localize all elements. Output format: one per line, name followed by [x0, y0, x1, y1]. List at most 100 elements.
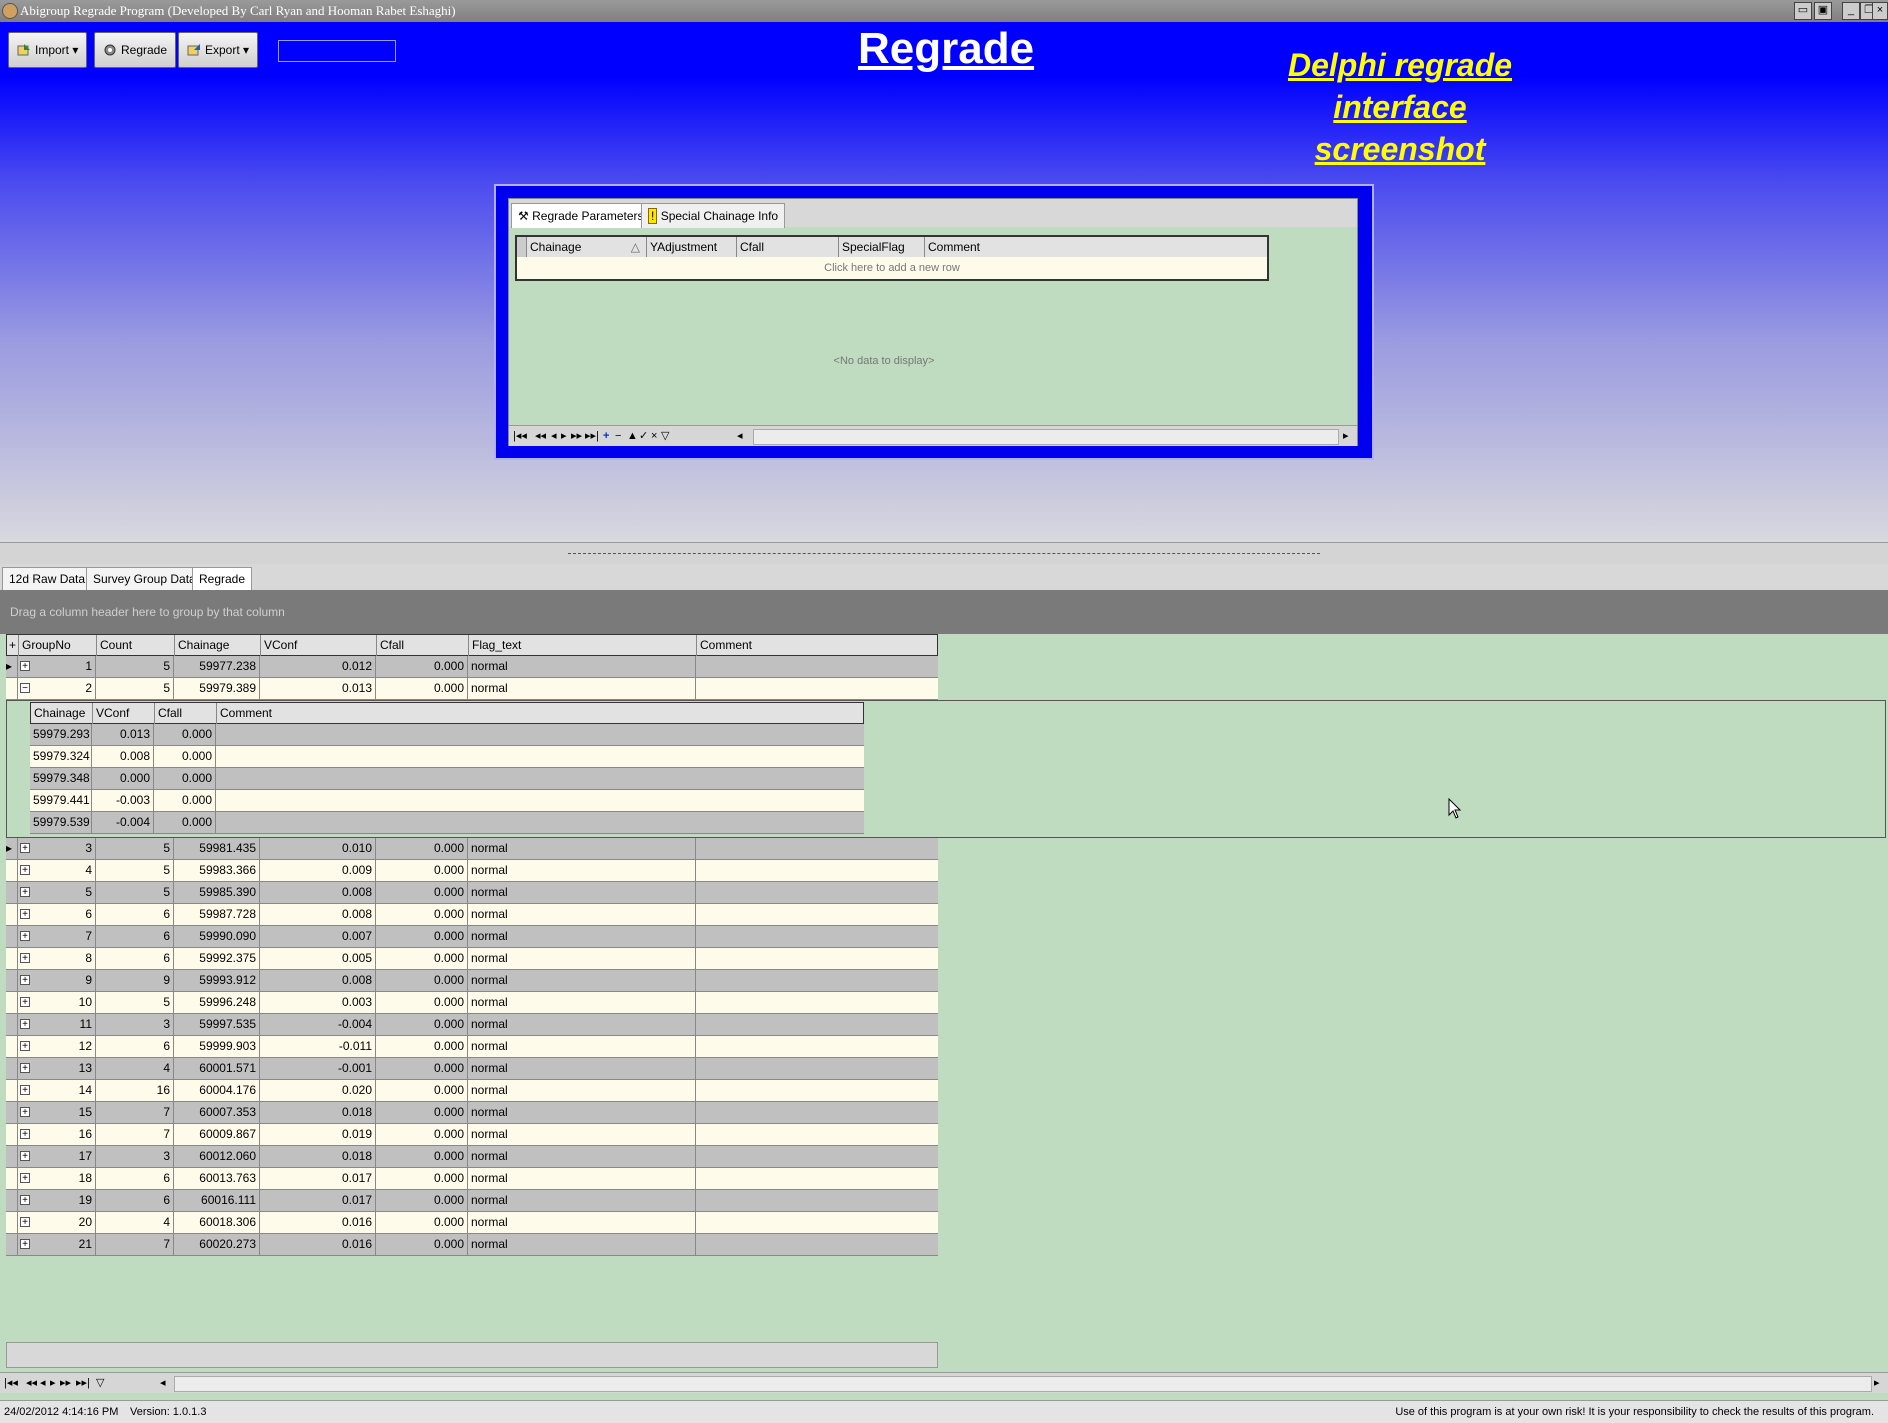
column-header-chainage[interactable]: Chainage △ [527, 237, 647, 257]
expand-row-icon[interactable]: + [20, 909, 30, 920]
detail-cell-cfall[interactable]: 0.000 [154, 768, 216, 789]
table-row[interactable]: 8 6 59992.375 0.005 0.000 normal + [6, 948, 938, 970]
cell-chainage[interactable]: 60004.176 [174, 1080, 260, 1101]
cell-comment[interactable] [696, 904, 936, 925]
cell-count[interactable]: 5 [96, 882, 174, 903]
detail-cell-chainage[interactable]: 59979.441 [30, 790, 92, 811]
expand-row-icon[interactable]: + [20, 843, 30, 854]
table-row[interactable]: 4 5 59983.366 0.009 0.000 normal + [6, 860, 938, 882]
cell-comment[interactable] [696, 1058, 936, 1079]
prev-record-icon[interactable]: ◂ [40, 1375, 46, 1391]
cell-chainage[interactable]: 60020.273 [174, 1234, 260, 1255]
expand-all-icon[interactable]: + [7, 635, 19, 656]
cell-vconf[interactable]: 0.012 [260, 656, 376, 677]
cell-cfall[interactable]: 0.000 [376, 948, 468, 969]
expand-row-icon[interactable]: + [20, 1151, 30, 1162]
next-record-icon[interactable]: ▸ [50, 1375, 56, 1391]
cell-comment[interactable] [696, 882, 936, 903]
table-row[interactable]: 18 6 60013.763 0.017 0.000 normal + [6, 1168, 938, 1190]
cell-count[interactable]: 6 [96, 926, 174, 947]
cell-vconf[interactable]: 0.008 [260, 882, 376, 903]
cell-comment[interactable] [696, 1168, 936, 1189]
cell-cfall[interactable]: 0.000 [376, 1058, 468, 1079]
row-indicator[interactable] [6, 1014, 18, 1035]
cell-vconf[interactable]: 0.017 [260, 1190, 376, 1211]
cascade-icon[interactable]: ▣ [1814, 2, 1832, 20]
cell-flag-text[interactable]: normal [468, 656, 696, 677]
row-indicator[interactable] [6, 1102, 18, 1123]
cell-count[interactable]: 5 [96, 656, 174, 677]
detail-cell-cfall[interactable]: 0.000 [154, 790, 216, 811]
table-row[interactable]: 6 6 59987.728 0.008 0.000 normal + [6, 904, 938, 926]
cell-vconf[interactable]: 0.008 [260, 904, 376, 925]
cell-comment[interactable] [696, 860, 936, 881]
cell-chainage[interactable]: 59977.238 [174, 656, 260, 677]
cell-cfall[interactable]: 0.000 [376, 678, 468, 699]
cell-comment[interactable] [696, 948, 936, 969]
detail-cell-comment[interactable] [216, 812, 862, 833]
cell-comment[interactable] [696, 678, 936, 699]
detail-cell-cfall[interactable]: 0.000 [154, 724, 216, 745]
detail-cell-comment[interactable] [216, 724, 862, 745]
row-indicator[interactable] [6, 1146, 18, 1167]
cell-comment[interactable] [696, 1234, 936, 1255]
row-indicator[interactable] [6, 1190, 18, 1211]
new-row-prompt[interactable]: Click here to add a new row [515, 257, 1269, 281]
prev-page-icon[interactable]: ◂◂ [535, 428, 546, 444]
table-row[interactable]: 13 4 60001.571 -0.001 0.000 normal + [6, 1058, 938, 1080]
prev-record-icon[interactable]: ◂ [551, 428, 557, 444]
detail-cell-vconf[interactable]: 0.000 [92, 768, 154, 789]
cell-flag-text[interactable]: normal [468, 992, 696, 1013]
row-indicator[interactable] [6, 1036, 18, 1057]
detail-cell-vconf[interactable]: 0.008 [92, 746, 154, 767]
row-indicator[interactable] [6, 882, 18, 903]
next-page-icon[interactable]: ▸▸ [571, 428, 582, 444]
cell-chainage[interactable]: 59983.366 [174, 860, 260, 881]
cell-vconf[interactable]: 0.016 [260, 1212, 376, 1233]
expand-row-icon[interactable]: + [20, 1063, 30, 1074]
expand-row-icon[interactable]: + [20, 887, 30, 898]
cell-count[interactable]: 6 [96, 1190, 174, 1211]
scroll-right-icon[interactable]: ▸ [1874, 1375, 1880, 1391]
cell-cfall[interactable]: 0.000 [376, 656, 468, 677]
minimize-button[interactable]: _ [1842, 2, 1860, 20]
detail-cell-comment[interactable] [216, 790, 862, 811]
last-page-icon[interactable]: ▸▸| [76, 1375, 90, 1391]
cell-flag-text[interactable]: normal [468, 1168, 696, 1189]
expand-row-icon[interactable]: + [20, 1041, 30, 1052]
expand-row-icon[interactable]: + [20, 1173, 30, 1184]
cell-vconf[interactable]: 0.017 [260, 1168, 376, 1189]
cell-chainage[interactable]: 59981.435 [174, 838, 260, 859]
cell-flag-text[interactable]: normal [468, 1014, 696, 1035]
table-row[interactable]: 17 3 60012.060 0.018 0.000 normal + [6, 1146, 938, 1168]
cell-flag-text[interactable]: normal [468, 1124, 696, 1145]
cell-flag-text[interactable]: normal [468, 860, 696, 881]
scroll-right-icon[interactable]: ▸ [1343, 428, 1349, 444]
cell-vconf[interactable]: 0.003 [260, 992, 376, 1013]
cell-count[interactable]: 6 [96, 904, 174, 925]
column-header-comment[interactable]: Comment [925, 237, 1263, 257]
cell-flag-text[interactable]: normal [468, 1080, 696, 1101]
cell-comment[interactable] [696, 1014, 936, 1035]
column-header-cfall[interactable]: Cfall [737, 237, 839, 257]
expand-row-icon[interactable]: + [20, 953, 30, 964]
cell-count[interactable]: 7 [96, 1124, 174, 1145]
next-page-icon[interactable]: ▸▸ [60, 1375, 71, 1391]
cell-cfall[interactable]: 0.000 [376, 1212, 468, 1233]
cell-count[interactable]: 4 [96, 1058, 174, 1079]
expand-row-icon[interactable]: + [20, 1107, 30, 1118]
detail-cell-vconf[interactable]: -0.004 [92, 812, 154, 833]
row-indicator[interactable] [6, 948, 18, 969]
column-header-count[interactable]: Count [97, 635, 175, 656]
cell-count[interactable]: 16 [96, 1080, 174, 1101]
row-indicator[interactable] [6, 904, 18, 925]
export-button[interactable]: Export ▾ [178, 32, 259, 68]
detail-row[interactable]: 59979.539 -0.004 0.000 [30, 812, 864, 834]
table-row[interactable]: 10 5 59996.248 0.003 0.000 normal + [6, 992, 938, 1014]
cell-vconf[interactable]: 0.018 [260, 1146, 376, 1167]
row-indicator[interactable] [6, 1058, 18, 1079]
detail-column-header-comment[interactable]: Comment [217, 703, 863, 724]
row-indicator[interactable] [6, 1212, 18, 1233]
row-indicator[interactable] [6, 926, 18, 947]
detail-row[interactable]: 59979.324 0.008 0.000 [30, 746, 864, 768]
